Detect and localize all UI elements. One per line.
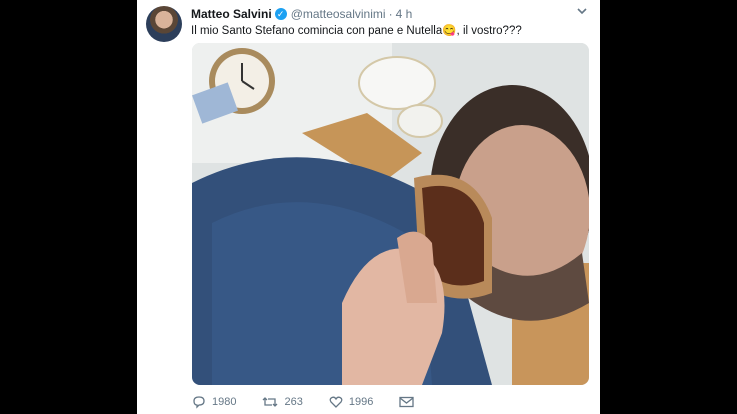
tweet-photo[interactable] (192, 43, 589, 385)
envelope-icon (399, 396, 414, 408)
direct-message-button[interactable] (399, 396, 420, 408)
separator: · (388, 7, 393, 21)
reply-count: 1980 (212, 396, 237, 408)
retweet-button[interactable]: 263 (262, 395, 303, 409)
author-name[interactable]: Matteo Salvini (191, 7, 272, 21)
retweet-icon (263, 397, 278, 407)
like-count: 1996 (348, 396, 374, 408)
verified-badge-icon: ✓ (274, 8, 287, 20)
reply-icon (193, 396, 205, 409)
tweet-header: Matteo Salvini ✓ @matteosalvinimi · 4 h (191, 7, 412, 21)
tweet-time[interactable]: 4 h (396, 7, 413, 21)
photo-icon (192, 43, 589, 385)
retweet-count: 263 (284, 396, 303, 408)
avatar[interactable] (146, 6, 182, 42)
reply-button[interactable]: 1980 (192, 395, 236, 409)
chevron-down-icon[interactable] (576, 5, 588, 20)
tweet-card: Matteo Salvini ✓ @matteosalvinimi · 4 h … (137, 0, 600, 414)
like-button[interactable]: 1996 (329, 395, 373, 409)
heart-icon (329, 396, 343, 408)
tweet-actions: 1980 263 1996 (192, 395, 446, 409)
author-handle[interactable]: @matteosalvinimi (291, 7, 386, 21)
tweet-text: Il mio Santo Stefano comincia con pane e… (191, 25, 522, 37)
